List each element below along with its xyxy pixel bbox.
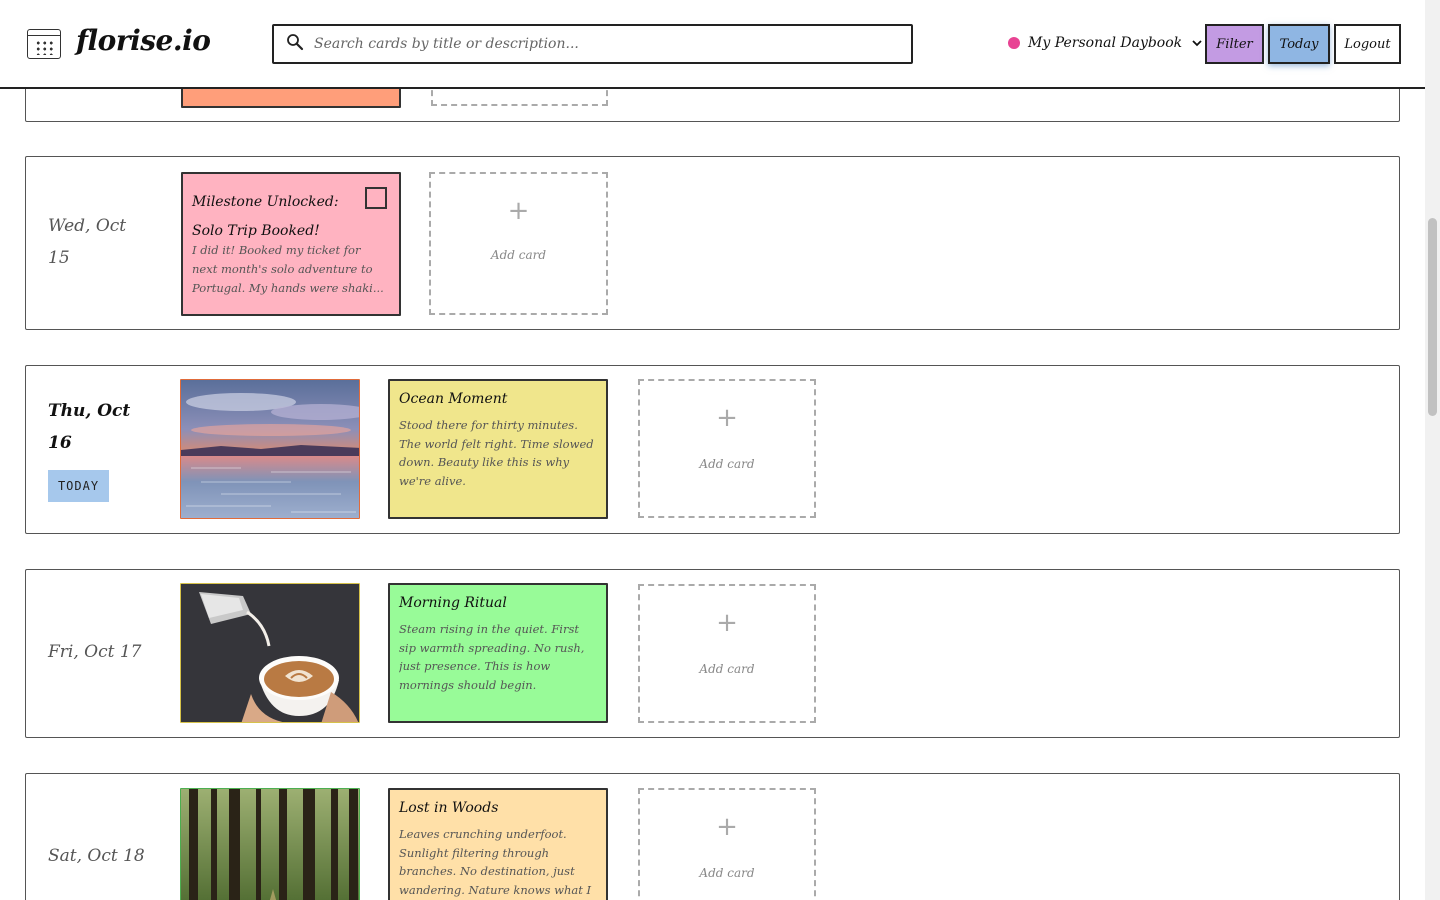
forest-image xyxy=(181,789,359,900)
add-card-button[interactable]: + Add card xyxy=(638,584,816,723)
daybook-color-dot xyxy=(1008,37,1020,49)
day-date-label: Thu, Oct 16 xyxy=(48,395,130,459)
photo-card[interactable] xyxy=(180,583,360,723)
add-card-label: Add card xyxy=(490,248,547,262)
app-header: florise.io My Personal Daybook Filter To… xyxy=(0,0,1425,89)
add-card-button[interactable]: + Add card xyxy=(429,172,608,315)
note-card[interactable]: Ocean Moment Stood there for thirty minu… xyxy=(388,379,608,519)
card-title: Lost in Woods xyxy=(399,800,499,816)
day-row: Sat, Oct 18 Lost in Woods Leaves crunchi… xyxy=(25,773,1400,900)
calendar-icon-dots xyxy=(35,40,55,55)
calendar-icon[interactable] xyxy=(27,29,61,59)
day-date-line: 16 xyxy=(48,433,72,453)
latte-image xyxy=(181,584,359,722)
sunset-image xyxy=(181,380,359,518)
card-title: Ocean Moment xyxy=(399,391,508,407)
note-card[interactable]: Lost in Woods Leaves crunching underfoot… xyxy=(388,788,608,900)
day-date-label: Sat, Oct 18 xyxy=(48,846,145,866)
search-box[interactable] xyxy=(272,24,913,64)
plus-icon: + xyxy=(507,196,530,226)
card-checkbox[interactable] xyxy=(365,187,387,209)
day-row: Wed, Oct 15 Milestone Unlocked: Solo Tri… xyxy=(25,156,1400,330)
add-card-label: Add card xyxy=(699,662,755,676)
card-title: Morning Ritual xyxy=(399,595,507,611)
card-description: I did it! Booked my ticket for next mont… xyxy=(192,243,384,295)
search-input[interactable] xyxy=(314,31,894,57)
add-card-button[interactable]: + Add card xyxy=(638,379,816,518)
filter-button[interactable]: Filter xyxy=(1205,24,1264,64)
app-logo[interactable]: florise.io xyxy=(76,24,211,57)
add-card-button[interactable]: + Add card xyxy=(638,788,816,900)
card-description: Steam rising in the quiet. First sip war… xyxy=(399,622,585,692)
daybook-name: My Personal Daybook xyxy=(1028,35,1183,51)
page-scrollbar[interactable] xyxy=(1425,0,1440,900)
scrollbar-thumb[interactable] xyxy=(1428,218,1437,416)
plus-icon: + xyxy=(716,812,738,842)
add-card-label: Add card xyxy=(699,866,755,880)
chevron-down-icon xyxy=(1192,40,1202,47)
day-date-line: Thu, Oct xyxy=(48,401,131,421)
day-date-line: Wed, Oct xyxy=(48,216,127,236)
note-card[interactable]: Milestone Unlocked: Solo Trip Booked! I … xyxy=(181,172,401,316)
daybook-selector[interactable]: My Personal Daybook xyxy=(1008,32,1203,54)
day-row-today: Thu, Oct 16 TODAY Ocean Moment Stood the… xyxy=(25,365,1400,534)
card-title-line: Milestone Unlocked: xyxy=(192,194,339,210)
card-description: Stood there for thirty minutes. The worl… xyxy=(399,418,594,488)
calendar-icon-bar xyxy=(28,35,60,36)
card-title: Milestone Unlocked: Solo Trip Booked! xyxy=(192,188,359,246)
add-card-label: Add card xyxy=(699,457,755,471)
search-icon xyxy=(287,34,304,51)
plus-icon: + xyxy=(716,608,738,638)
card-description: Leaves crunching underfoot. Sunlight fil… xyxy=(399,827,592,897)
day-date-label: Wed, Oct 15 xyxy=(48,210,126,274)
plus-icon: + xyxy=(716,403,738,433)
day-row: Fri, Oct 17 Morning Ritual Steam rising … xyxy=(25,569,1400,738)
day-date-line: 15 xyxy=(48,248,70,268)
today-button[interactable]: Today xyxy=(1268,24,1330,64)
note-card[interactable]: Morning Ritual Steam rising in the quiet… xyxy=(388,583,608,723)
today-badge: TODAY xyxy=(48,470,109,502)
logout-button[interactable]: Logout xyxy=(1334,24,1401,64)
day-date-label: Fri, Oct 17 xyxy=(48,642,142,662)
photo-card[interactable] xyxy=(180,379,360,519)
photo-card[interactable] xyxy=(180,788,360,900)
